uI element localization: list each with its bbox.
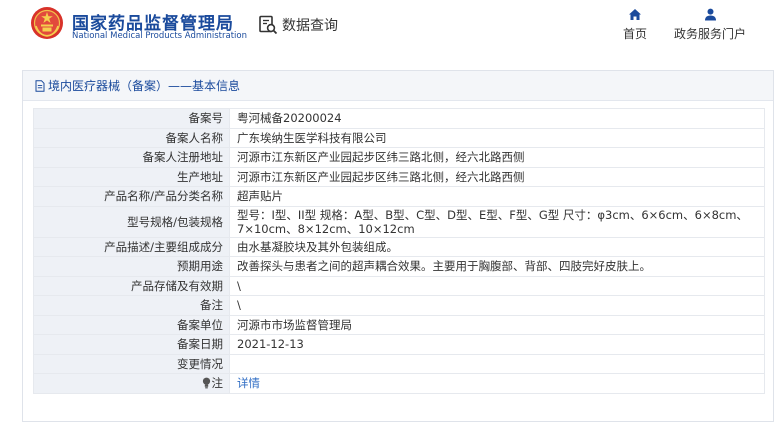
row-value-record-no: 粤河械备20200024 xyxy=(229,108,765,129)
row-label-changes: 变更情况 xyxy=(33,353,230,374)
table-row: 型号规格/包装规格 型号：I型、II型 规格：A型、B型、C型、D型、E型、F型… xyxy=(33,205,765,238)
row-value-storage: \ xyxy=(229,275,765,296)
data-search-icon xyxy=(259,15,278,35)
row-label-reg-address: 备案人注册地址 xyxy=(33,147,230,168)
table-row: 备案日期 2021-12-13 xyxy=(33,334,765,355)
table-row: 注 详情 xyxy=(33,373,765,394)
table-row: 备案号 粤河械备20200024 xyxy=(33,108,765,129)
nav-service-label: 政务服务门户 xyxy=(673,27,746,41)
site-header: 国家药品监督管理局 National Medical Products Admi… xyxy=(0,0,777,60)
table-row: 备注 \ xyxy=(33,295,765,316)
row-value-model-spec: 型号：I型、II型 规格：A型、B型、C型、D型、E型、F型、G型 尺寸：φ3c… xyxy=(229,205,765,238)
bulb-icon xyxy=(202,377,210,389)
row-label-record-date: 备案日期 xyxy=(33,334,230,355)
row-value-remarks: \ xyxy=(229,295,765,316)
table-row: 产品描述/主要组成成分 由水基凝胶块及其外包装组成。 xyxy=(33,236,765,257)
row-label-record-no: 备案号 xyxy=(33,108,230,129)
table-row: 备案人名称 广东埃纳生医学科技有限公司 xyxy=(33,127,765,148)
row-value-record-unit: 河源市市场监督管理局 xyxy=(229,314,765,335)
data-query-label: 数据查询 xyxy=(282,18,338,34)
row-value-applicant: 广东埃纳生医学科技有限公司 xyxy=(229,127,765,148)
breadcrumb-text: 境内医疗器械（备案）——基本信息 xyxy=(48,79,241,93)
table-row: 预期用途 改善探头与患者之间的超声耦合效果。主要用于胸腹部、背部、四肢完好皮肤上… xyxy=(33,256,765,277)
user-icon xyxy=(704,8,716,21)
row-label-intended-use: 预期用途 xyxy=(33,256,230,277)
row-label-note: 注 xyxy=(33,373,230,394)
row-label-description: 产品描述/主要组成成分 xyxy=(33,236,230,257)
row-value-changes xyxy=(229,353,765,374)
document-icon xyxy=(35,79,45,92)
data-query-link[interactable]: 数据查询 xyxy=(258,12,338,38)
table-row: 备案单位 河源市市场监督管理局 xyxy=(33,314,765,335)
table-row: 产品名称/产品分类名称 超声贴片 xyxy=(33,186,765,207)
site-subtitle: National Medical Products Administration xyxy=(72,31,247,41)
row-value-note: 详情 xyxy=(229,373,765,394)
row-label-storage: 产品存储及有效期 xyxy=(33,275,230,296)
national-emblem-icon xyxy=(31,7,63,39)
row-value-description: 由水基凝胶块及其外包装组成。 xyxy=(229,236,765,257)
table-row: 备案人注册地址 河源市江东新区产业园起步区纬三路北侧，经六北路西侧 xyxy=(33,147,765,168)
details-link[interactable]: 详情 xyxy=(237,376,260,390)
detail-panel: 境内医疗器械（备案）——基本信息 备案号 粤河械备20200024 备案人名称 … xyxy=(22,70,774,422)
row-value-reg-address: 河源市江东新区产业园起步区纬三路北侧，经六北路西侧 xyxy=(229,147,765,168)
home-icon xyxy=(629,9,641,20)
nav-home[interactable]: 首页 xyxy=(618,8,652,42)
nav-home-label: 首页 xyxy=(622,27,647,41)
row-label-model-spec: 型号规格/包装规格 xyxy=(33,205,230,238)
table-row: 变更情况 xyxy=(33,353,765,374)
row-label-record-unit: 备案单位 xyxy=(33,314,230,335)
row-label-remarks: 备注 xyxy=(33,295,230,316)
row-label-applicant: 备案人名称 xyxy=(33,127,230,148)
row-value-product-name: 超声贴片 xyxy=(229,186,765,207)
row-value-production-address: 河源市江东新区产业园起步区纬三路北侧，经六北路西侧 xyxy=(229,166,765,187)
row-label-production-address: 生产地址 xyxy=(33,166,230,187)
note-label-text: 注 xyxy=(211,376,224,391)
row-value-intended-use: 改善探头与患者之间的超声耦合效果。主要用于胸腹部、背部、四肢完好皮肤上。 xyxy=(229,256,765,277)
info-table: 备案号 粤河械备20200024 备案人名称 广东埃纳生医学科技有限公司 备案人… xyxy=(33,108,765,394)
breadcrumb: 境内医疗器械（备案）——基本信息 xyxy=(23,71,773,101)
nav-service-portal[interactable]: 政务服务门户 xyxy=(672,8,748,42)
table-row: 产品存储及有效期 \ xyxy=(33,275,765,296)
table-row: 生产地址 河源市江东新区产业园起步区纬三路北侧，经六北路西侧 xyxy=(33,166,765,187)
row-value-record-date: 2021-12-13 xyxy=(229,334,765,355)
row-label-product-name: 产品名称/产品分类名称 xyxy=(33,186,230,207)
